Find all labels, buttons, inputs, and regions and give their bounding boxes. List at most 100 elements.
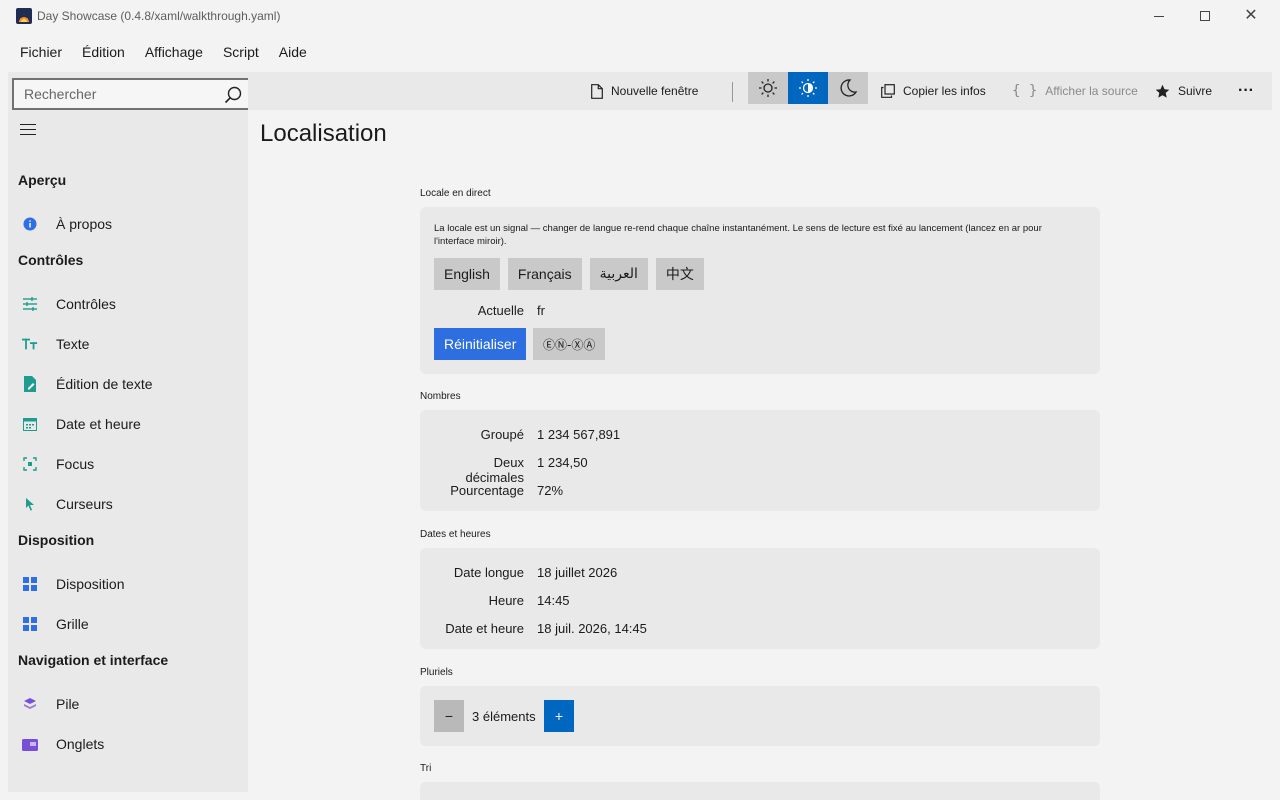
number-row-value: 1 234,50 (537, 455, 588, 470)
minimize-button[interactable] (1136, 0, 1182, 32)
close-icon: ✕ (1244, 7, 1258, 24)
layout-grid-icon (22, 576, 38, 592)
sidebar-item-a-propos[interactable]: À propos (8, 204, 248, 244)
window-title: Day Showcase (0.4.8/xaml/walkthrough.yam… (37, 9, 281, 23)
language-button-arabic[interactable]: العربية (589, 258, 648, 290)
sidebar-item-disposition[interactable]: Disposition (8, 564, 248, 604)
info-icon (22, 216, 38, 232)
date-row-label: Date longue (453, 565, 524, 580)
nav-header-apercu: Aperçu (18, 172, 67, 188)
new-window-label: Nouvelle fenêtre (611, 84, 699, 98)
code-braces-icon: { } (1012, 83, 1038, 99)
app-logo-icon (16, 8, 32, 24)
search-box (12, 78, 252, 110)
language-button-english[interactable]: English (434, 258, 500, 290)
number-row-value: 72% (537, 483, 564, 498)
sidebar-item-label: Curseurs (56, 496, 113, 512)
more-options-button[interactable]: ··· (1238, 72, 1254, 110)
navigation-pane: Aperçu À propos Contrôles Contrôles Text… (8, 72, 252, 792)
auto-theme-button[interactable] (788, 72, 828, 104)
nav-list: Aperçu À propos Contrôles Contrôles Text… (8, 164, 248, 764)
plurals-card: − 3 éléments + (420, 686, 1100, 746)
current-locale-row: Actuelle fr (434, 303, 1094, 323)
section-label-dates: Dates et heures (420, 529, 491, 540)
number-row: Groupé 1 234 567,891 (434, 427, 1094, 447)
live-locale-card: La locale est un signal — changer de lan… (420, 207, 1100, 374)
copy-info-label: Copier les infos (903, 84, 986, 98)
menu-fichier[interactable]: Fichier (10, 36, 72, 68)
search-icon[interactable] (224, 86, 242, 104)
nav-header-navigation: Navigation et interface (18, 652, 169, 668)
command-bar: Nouvelle fenêtre Copier les infos { } Af… (248, 72, 1272, 110)
menu-bar: Fichier Édition Affichage Script Aide (10, 36, 317, 68)
decrement-button[interactable]: − (434, 700, 464, 732)
increment-button[interactable]: + (544, 700, 574, 732)
number-row: Deux décimales 1 234,50 (434, 455, 1094, 485)
grid-icon (22, 616, 38, 632)
number-row-label: Deux décimales (465, 455, 524, 485)
sidebar-item-texte[interactable]: Texte (8, 324, 248, 364)
page-title: Localisation (260, 120, 387, 147)
sidebar-item-label: Onglets (56, 736, 105, 752)
text-icon (22, 336, 38, 352)
date-row-value: 14:45 (537, 593, 570, 608)
sidebar-item-label: À propos (56, 216, 113, 232)
new-window-button[interactable]: Nouvelle fenêtre (591, 72, 698, 110)
menu-script[interactable]: Script (213, 36, 269, 68)
language-button-chinese[interactable]: 中文 (655, 258, 704, 290)
date-row: Date longue 18 juillet 2026 (434, 565, 1094, 585)
follow-button[interactable]: Suivre (1155, 72, 1212, 110)
sidebar-item-label: Édition de texte (56, 376, 153, 392)
plural-count-value: 3 éléments (472, 709, 536, 724)
title-bar: Day Showcase (0.4.8/xaml/walkthrough.yam… (0, 0, 1280, 32)
maximize-button[interactable] (1182, 0, 1228, 32)
sidebar-item-edition-de-texte[interactable]: Édition de texte (8, 364, 248, 404)
light-theme-button[interactable] (748, 72, 788, 104)
close-button[interactable]: ✕ (1228, 0, 1274, 32)
section-label-numbers: Nombres (420, 391, 461, 402)
more-icon: ··· (1238, 82, 1254, 99)
menu-edition[interactable]: Édition (72, 36, 135, 68)
sidebar-item-grille[interactable]: Grille (8, 604, 248, 644)
search-input[interactable] (14, 86, 214, 102)
sidebar-item-label: Date et heure (56, 416, 141, 432)
moon-icon (840, 79, 858, 97)
reset-button[interactable]: Réinitialiser (434, 328, 527, 360)
copy-info-button[interactable]: Copier les infos (881, 72, 986, 110)
sidebar-item-onglets[interactable]: Onglets (8, 724, 248, 764)
toolbar-separator (732, 82, 733, 102)
number-row-label: Pourcentage (450, 483, 524, 498)
dark-theme-button[interactable] (828, 72, 868, 104)
sidebar-item-controles[interactable]: Contrôles (8, 284, 248, 324)
current-locale-label: Actuelle (477, 303, 524, 318)
date-row: Heure 14:45 (434, 593, 1094, 613)
number-row-label: Groupé (480, 427, 524, 442)
sidebar-item-label: Grille (56, 616, 89, 632)
language-button-francais[interactable]: Français (507, 258, 582, 290)
sidebar-item-focus[interactable]: Focus (8, 444, 248, 484)
sidebar-item-date-et-heure[interactable]: Date et heure (8, 404, 248, 444)
sidebar-item-pile[interactable]: Pile (8, 684, 248, 724)
numbers-card: Groupé 1 234 567,891 Deux décimales 1 23… (420, 410, 1100, 511)
sidebar-item-label: Texte (56, 336, 90, 352)
pseudo-locale-button[interactable]: ⒺⓃ-ⓍⒶ (533, 328, 606, 360)
date-row-label: Date et heure (445, 621, 524, 636)
nav-header-disposition: Disposition (18, 532, 95, 548)
date-row: Date et heure 18 juil. 2026, 14:45 (434, 621, 1094, 641)
menu-aide[interactable]: Aide (269, 36, 317, 68)
nav-header-controles: Contrôles (18, 252, 84, 268)
language-buttons: English Français العربية 中文 (434, 258, 704, 290)
tabs-icon (22, 736, 38, 752)
sliders-icon (22, 296, 38, 312)
sidebar-item-label: Focus (56, 456, 95, 472)
menu-affichage[interactable]: Affichage (135, 36, 213, 68)
date-row-value: 18 juil. 2026, 14:45 (537, 621, 647, 636)
sidebar-item-curseurs[interactable]: Curseurs (8, 484, 248, 524)
cursor-icon (22, 496, 38, 512)
sidebar-item-label: Pile (56, 696, 80, 712)
sidebar-item-label: Contrôles (56, 296, 116, 312)
show-source-button[interactable]: { } Afficher la source (1012, 72, 1138, 110)
hamburger-icon[interactable] (20, 124, 36, 138)
section-label-sort: Tri (420, 763, 432, 774)
copy-icon (881, 84, 895, 98)
